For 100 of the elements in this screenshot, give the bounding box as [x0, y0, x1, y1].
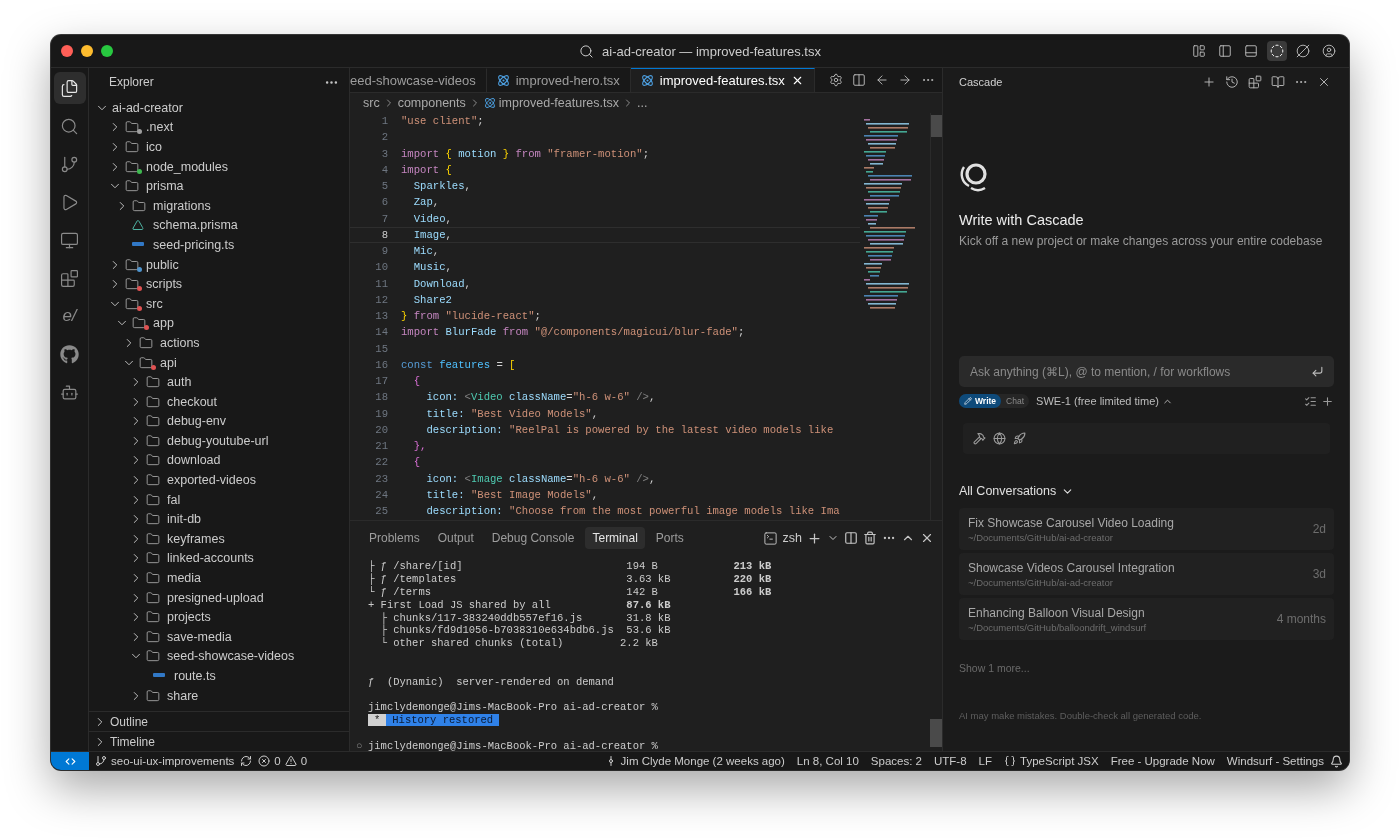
folder-item[interactable]: checkout	[167, 394, 218, 409]
branch-icon	[95, 755, 107, 767]
hammer-icon[interactable]	[973, 432, 986, 445]
file-item[interactable]: seed-pricing.ts	[153, 237, 235, 252]
rocket-icon[interactable]	[1013, 432, 1026, 445]
panel-tab[interactable]: Terminal	[585, 527, 645, 549]
folder-item[interactable]: debug-youtube-url	[167, 433, 269, 448]
trash-icon[interactable]	[863, 531, 877, 545]
status-item[interactable]: UTF-8	[928, 752, 973, 770]
folder-item[interactable]: init-db	[167, 512, 202, 527]
folder-item[interactable]: projects	[167, 610, 211, 625]
folder-item[interactable]: public	[146, 257, 179, 272]
breadcrumb-item[interactable]: ...	[636, 96, 648, 110]
folder-item[interactable]: .next	[146, 120, 174, 135]
panel-tab[interactable]: Output	[430, 527, 481, 549]
folder-item[interactable]: actions	[160, 335, 200, 350]
globe-icon[interactable]	[993, 432, 1006, 445]
folder-item[interactable]: auth	[167, 375, 192, 390]
folder-item[interactable]: node_modules	[146, 159, 228, 174]
folder-item[interactable]: exported-videos	[167, 473, 256, 488]
status-item[interactable]: Free - Upgrade Now	[1104, 752, 1221, 770]
folder-item[interactable]: media	[167, 571, 202, 586]
cascade-button[interactable]	[1267, 41, 1287, 61]
editor-tab[interactable]: improved-features.tsx	[630, 68, 815, 92]
panel-tab[interactable]: Problems	[362, 527, 427, 549]
folder-item[interactable]: ico	[146, 140, 162, 154]
section-header[interactable]: Timeline	[110, 734, 155, 749]
breadcrumb-item[interactable]: improved-features.tsx	[498, 96, 619, 110]
folder-item[interactable]: presigned-upload	[167, 590, 264, 605]
notification-icon[interactable]	[1330, 754, 1343, 768]
enter-icon[interactable]	[1311, 365, 1324, 378]
folder-item[interactable]: app	[153, 316, 174, 331]
add-terminal-icon[interactable]	[807, 530, 822, 546]
status-item[interactable]: TypeScript JSX	[998, 752, 1105, 770]
notice-text: History restored	[386, 713, 500, 726]
section-header[interactable]: Outline	[110, 714, 149, 729]
line-number: 7	[380, 212, 389, 225]
folder-item[interactable]: keyframes	[167, 531, 225, 546]
folder-item[interactable]: download	[167, 453, 221, 468]
model-selector[interactable]: SWE-1 (free limited time)	[1036, 395, 1173, 407]
explorer-button[interactable]	[53, 72, 86, 104]
settings-icon	[829, 73, 843, 87]
status-item[interactable]: Ln 8, Col 10	[790, 752, 865, 770]
breadcrumb-item[interactable]: src	[363, 96, 380, 110]
conversation-age: 4 months	[1276, 612, 1326, 626]
minimize-window-button[interactable]	[81, 45, 93, 57]
folder-item[interactable]: save-media	[167, 629, 232, 644]
checklist-icon[interactable]	[1304, 394, 1317, 408]
scrollbar-thumb[interactable]	[930, 719, 942, 747]
workspace-folder[interactable]: ai-ad-creator	[112, 100, 183, 115]
status-item[interactable]: Jim Clyde Monge (2 weeks ago)	[598, 752, 791, 770]
folder-item[interactable]: src	[146, 296, 163, 311]
remote-button[interactable]	[51, 752, 89, 770]
editor-tab[interactable]: eed-showcase-videos	[350, 68, 487, 92]
panel-tab[interactable]: Debug Console	[484, 527, 582, 549]
chat-input[interactable]: Ask anything (⌘L), @ to mention, / for workflows	[959, 356, 1334, 387]
folder-item[interactable]: fal	[167, 492, 181, 507]
problems-item[interactable]: 0 0	[252, 752, 314, 770]
breadcrumb-item[interactable]: components	[397, 96, 466, 110]
conversation-path: ~/Documents/GitHub/ai-ad-creator	[968, 576, 1114, 588]
folder-item[interactable]: prisma	[146, 179, 184, 194]
status-item[interactable]: Spaces: 2	[864, 752, 928, 770]
conversation-card[interactable]: Showcase Videos Carousel Integration ~/Documents/GitHub/ai-ad-creator 3d	[959, 553, 1334, 595]
activity-item[interactable]: e/	[53, 300, 86, 332]
folder-item[interactable]: migrations	[153, 198, 211, 213]
status-item[interactable]: Windsurf - Settings	[1220, 752, 1330, 770]
scrollbar-thumb[interactable]	[931, 115, 942, 137]
conversation-card[interactable]: Fix Showcase Carousel Video Loading ~/Documents/GitHub/ai-ad-creator 2d	[959, 508, 1334, 550]
folder-icon	[146, 629, 160, 644]
folder-item[interactable]: scripts	[146, 277, 183, 292]
close-icon[interactable]	[920, 531, 934, 545]
forward-icon	[898, 73, 912, 87]
shell-name[interactable]: zsh	[782, 531, 802, 545]
zoom-window-button[interactable]	[101, 45, 113, 57]
file-item[interactable]: schema.prisma	[153, 218, 238, 233]
add-icon[interactable]	[1321, 394, 1334, 408]
file-item[interactable]: route.ts	[174, 669, 216, 683]
chat-input-text[interactable]: Ask anything (⌘L), @ to mention, / for workflows	[968, 363, 1311, 380]
panel-tab[interactable]: Ports	[648, 527, 691, 549]
folder-item[interactable]: share	[167, 688, 199, 703]
split-terminal-icon[interactable]	[844, 531, 858, 545]
mode-toggle[interactable]: Chat	[1001, 394, 1030, 408]
folder-item[interactable]: debug-env	[167, 414, 227, 429]
close-window-button[interactable]	[61, 45, 73, 57]
folder-icon	[146, 512, 160, 527]
folder-item[interactable]: seed-showcase-videos	[167, 649, 295, 664]
folder-icon	[125, 120, 139, 135]
branch-item[interactable]: seo-ui-ux-improvements	[89, 752, 241, 770]
code-line: description: "Choose from the most powerful image models like Ima	[425, 505, 840, 518]
conversation-title: Enhancing Balloon Visual Design	[968, 605, 1146, 620]
search-icon[interactable]	[579, 43, 595, 59]
folder-item[interactable]: api	[160, 355, 177, 370]
conversations-dropdown[interactable]: All Conversations	[959, 484, 1334, 498]
status-item[interactable]: LF	[972, 752, 999, 770]
conversation-card[interactable]: Enhancing Balloon Visual Design ~/Documents/GitHub/balloondrift_windsurf 4 months	[959, 598, 1334, 640]
mode-toggle[interactable]: Write	[959, 394, 1002, 408]
line-number: 8	[380, 228, 389, 241]
sync-icon[interactable]	[240, 755, 253, 767]
folder-item[interactable]: linked-accounts	[167, 551, 254, 566]
code-line: const features = [	[400, 358, 516, 371]
